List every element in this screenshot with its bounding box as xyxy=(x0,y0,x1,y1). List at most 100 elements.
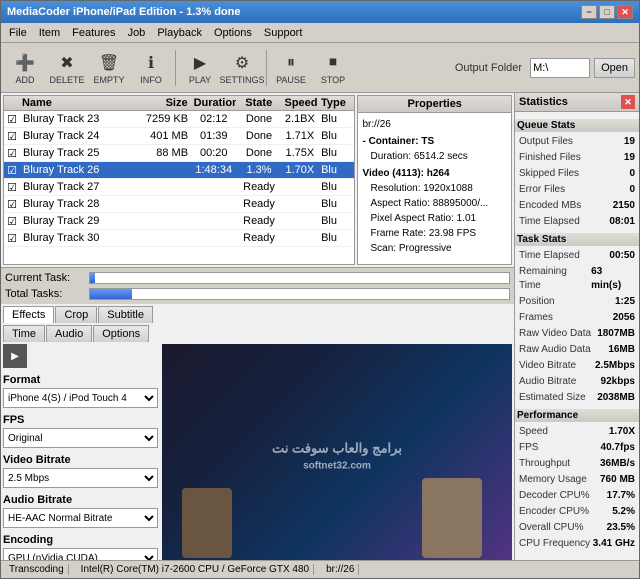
encoding-section: Encoding GPU (nVidia CUDA) xyxy=(3,532,158,560)
delete-button[interactable]: ✖ DELETE xyxy=(47,48,87,88)
col-header-duration: Duration xyxy=(191,96,236,110)
total-tasks-fill xyxy=(90,289,132,299)
prop-resolution: Resolution: 1920x1088 xyxy=(362,181,507,196)
pause-button[interactable]: ⏸ PAUSE xyxy=(271,48,311,88)
file-checkbox[interactable]: ☑ xyxy=(4,213,20,229)
file-size xyxy=(137,237,191,239)
menu-playback[interactable]: Playback xyxy=(151,25,208,41)
stats-value: 08:01 xyxy=(609,215,635,229)
file-type: Blu xyxy=(318,112,354,126)
play-button[interactable]: ▶ PLAY xyxy=(180,48,220,88)
tab-audio[interactable]: Audio xyxy=(46,325,92,342)
stats-key: Error Files xyxy=(519,183,565,197)
add-button[interactable]: ➕ ADD xyxy=(5,48,45,88)
file-checkbox[interactable]: ☑ xyxy=(4,230,20,246)
status-location: br://26 xyxy=(322,564,359,575)
file-type: Blu xyxy=(318,129,354,143)
empty-button[interactable]: 🗑 EMPTY xyxy=(89,48,129,88)
status-state: Transcoding xyxy=(5,564,69,575)
prop-scan: Scan: Progressive xyxy=(362,241,507,256)
tab-subtitle[interactable]: Subtitle xyxy=(98,306,153,323)
info-icon: ℹ xyxy=(139,51,163,75)
minimize-button[interactable]: − xyxy=(581,5,597,19)
output-folder-input[interactable] xyxy=(530,58,590,78)
video-bitrate-select[interactable]: 2.5 Mbps xyxy=(3,468,158,488)
col-header-speed: Speed xyxy=(281,96,317,110)
file-state: Ready xyxy=(236,214,281,228)
info-button[interactable]: ℹ INFO xyxy=(131,48,171,88)
maximize-button[interactable]: □ xyxy=(599,5,615,19)
stats-key: Finished Files xyxy=(519,151,581,165)
file-size xyxy=(137,169,191,171)
current-task-bar xyxy=(89,272,510,284)
menu-support[interactable]: Support xyxy=(258,25,309,41)
stats-value: 19 xyxy=(624,135,635,149)
close-button[interactable]: ✕ xyxy=(617,5,633,19)
menu-item[interactable]: Item xyxy=(33,25,66,41)
file-type: Blu xyxy=(318,197,354,211)
properties-panel: Properties br://26 - Container: TS Durat… xyxy=(357,95,512,265)
tab-crop[interactable]: Crop xyxy=(55,306,97,323)
stats-section-title: Performance xyxy=(515,409,639,422)
audio-bitrate-select[interactable]: HE-AAC Normal Bitrate xyxy=(3,508,158,528)
fps-select[interactable]: Original xyxy=(3,428,158,448)
file-type: Blu xyxy=(318,214,354,228)
stats-row: Position 1:25 xyxy=(519,294,635,310)
total-tasks-row: Total Tasks: xyxy=(5,286,510,302)
file-checkbox[interactable]: ☑ xyxy=(4,162,20,178)
file-checkbox[interactable]: ☑ xyxy=(4,145,20,161)
video-bitrate-section: Video Bitrate 2.5 Mbps xyxy=(3,452,158,488)
file-size xyxy=(137,203,191,205)
stop-button[interactable]: ⏹ STOP xyxy=(313,48,353,88)
file-row[interactable]: ☑ Bluray Track 23 7259 KB 02:12 Done 2.1… xyxy=(4,111,354,128)
stats-key: Time Elapsed xyxy=(519,215,580,229)
settings-button[interactable]: ⚙ SETTINGS xyxy=(222,48,262,88)
stats-key: Overall CPU% xyxy=(519,521,583,535)
controls-area: ▶ Format iPhone 4(S) / iPod Touch 4 FPS … xyxy=(3,344,512,560)
menu-options[interactable]: Options xyxy=(208,25,258,41)
file-row[interactable]: ☑ Bluray Track 25 88 MB 00:20 Done 1.75X… xyxy=(4,145,354,162)
file-duration: 00:20 xyxy=(191,146,236,160)
stats-key: Encoded MBs xyxy=(519,199,581,213)
preview-content: برامج والعاب سوفت نتsoftnet32.com xyxy=(162,344,512,560)
main-window: MediaCoder iPhone/iPad Edition - 1.3% do… xyxy=(0,0,640,579)
file-type: Blu xyxy=(318,163,354,177)
file-checkbox[interactable]: ☑ xyxy=(4,111,20,127)
stats-value: 63 min(s) xyxy=(591,265,635,293)
menu-job[interactable]: Job xyxy=(122,25,152,41)
menu-features[interactable]: Features xyxy=(66,25,121,41)
format-select[interactable]: iPhone 4(S) / iPod Touch 4 xyxy=(3,388,158,408)
encoding-select[interactable]: GPU (nVidia CUDA) xyxy=(3,548,158,560)
file-speed: 2.1BX xyxy=(282,112,318,126)
stats-value: 1.70X xyxy=(609,425,635,439)
stats-row: FPS 40.7fps xyxy=(519,440,635,456)
stats-row: Raw Audio Data 16MB xyxy=(519,342,635,358)
stats-key: Audio Bitrate xyxy=(519,375,576,389)
file-row[interactable]: ☑ Bluray Track 29 Ready Blu xyxy=(4,213,354,230)
stats-key: Raw Audio Data xyxy=(519,343,591,357)
file-row[interactable]: ☑ Bluray Track 27 Ready Blu xyxy=(4,179,354,196)
file-row[interactable]: ☑ Bluray Track 26 1:48:34 1.3% 1.70X Blu xyxy=(4,162,354,179)
stats-row: CPU Frequency 3.41 GHz xyxy=(519,536,635,552)
tab-options[interactable]: Options xyxy=(93,325,149,342)
total-tasks-label: Total Tasks: xyxy=(5,288,85,300)
file-row[interactable]: ☑ Bluray Track 24 401 MB 01:39 Done 1.71… xyxy=(4,128,354,145)
menu-file[interactable]: File xyxy=(3,25,33,41)
tab-time[interactable]: Time xyxy=(3,325,45,342)
file-checkbox[interactable]: ☑ xyxy=(4,128,20,144)
file-checkbox[interactable]: ☑ xyxy=(4,179,20,195)
open-folder-button[interactable]: Open xyxy=(594,58,635,78)
stats-row: Estimated Size 2038MB xyxy=(519,390,635,406)
tab-effects[interactable]: Effects xyxy=(3,306,54,323)
file-row[interactable]: ☑ Bluray Track 30 Ready Blu xyxy=(4,230,354,247)
file-row[interactable]: ☑ Bluray Track 28 Ready Blu xyxy=(4,196,354,213)
file-name: Bluray Track 25 xyxy=(20,146,137,160)
preview-play-button[interactable]: ▶ xyxy=(3,344,27,368)
stats-value: 17.7% xyxy=(607,489,635,503)
statistics-close-button[interactable]: ✕ xyxy=(621,95,635,109)
file-checkbox[interactable]: ☑ xyxy=(4,196,20,212)
file-duration: 1:48:34 xyxy=(191,163,236,177)
file-speed: 1.71X xyxy=(282,129,318,143)
tab-row-2: Time Audio Options xyxy=(3,325,512,342)
stats-value: 0 xyxy=(629,167,635,181)
